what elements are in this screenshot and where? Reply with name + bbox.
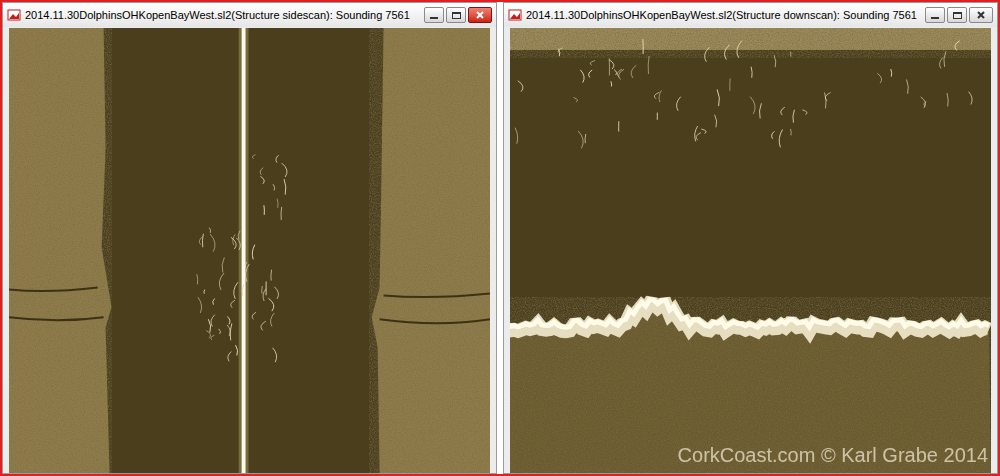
sonar-view (3, 27, 496, 473)
title-bar[interactable]: 2014.11.30DolphinsOHKopenBayWest.sl2(Str… (3, 3, 496, 27)
restore-icon (452, 12, 461, 19)
app-icon (508, 8, 522, 22)
minimize-button[interactable] (424, 7, 444, 23)
minimize-button[interactable] (925, 7, 945, 23)
app-icon (7, 8, 21, 22)
restore-icon (953, 12, 962, 19)
sonar-view (504, 27, 997, 473)
close-icon (977, 11, 985, 19)
sonar-window[interactable]: 2014.11.30DolphinsOHKopenBayWest.sl2(Str… (503, 2, 998, 474)
watermark: CorkCoast.com © Karl Grabe 2014 (678, 440, 988, 470)
sonar-window[interactable]: 2014.11.30DolphinsOHKopenBayWest.sl2(Str… (2, 2, 497, 474)
restore-button[interactable] (947, 7, 967, 23)
title-bar[interactable]: 2014.11.30DolphinsOHKopenBayWest.sl2(Str… (504, 3, 997, 27)
close-icon (476, 11, 484, 19)
downscan-image (510, 28, 991, 473)
restore-button[interactable] (446, 7, 466, 23)
window-title: 2014.11.30DolphinsOHKopenBayWest.sl2(Str… (25, 7, 420, 24)
window-title: 2014.11.30DolphinsOHKopenBayWest.sl2(Str… (526, 7, 921, 24)
minimize-icon (430, 17, 438, 19)
close-button[interactable] (969, 7, 993, 23)
minimize-icon (931, 17, 939, 19)
close-button[interactable] (468, 7, 492, 23)
sidescan-image (9, 28, 490, 473)
